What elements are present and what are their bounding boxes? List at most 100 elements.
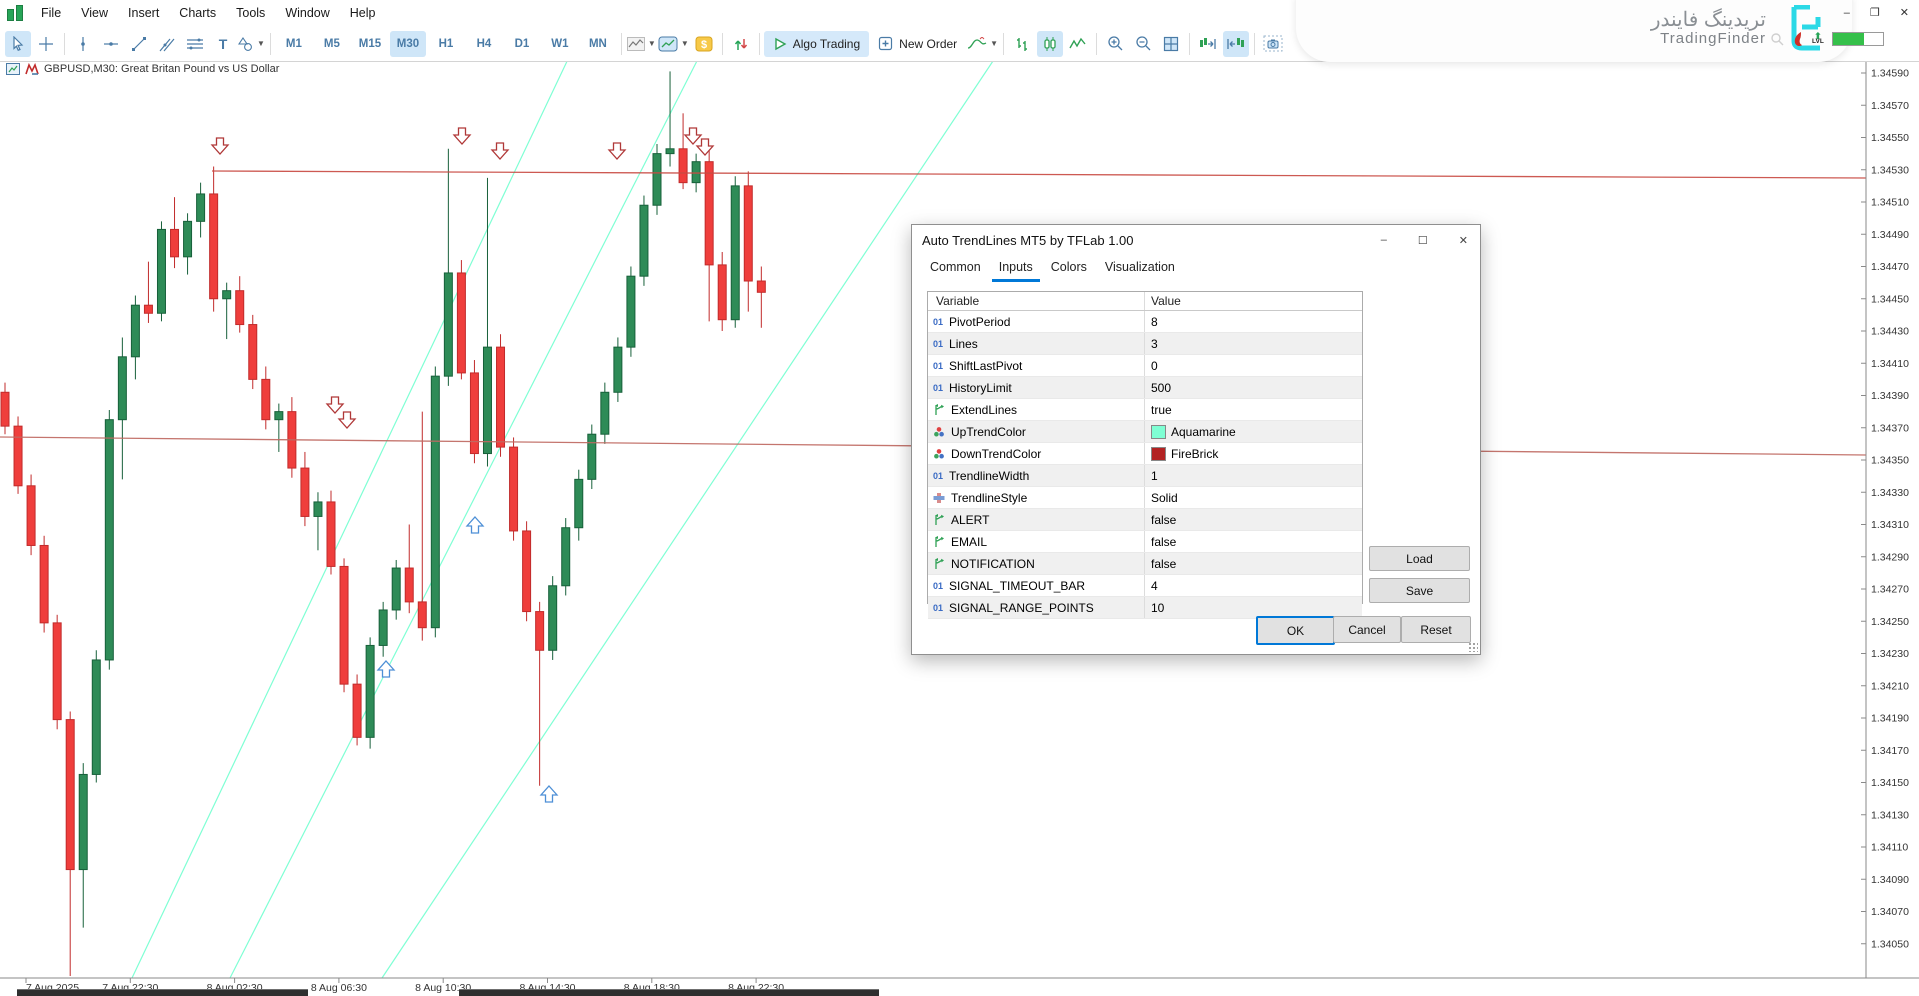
bar-chart-mode-button[interactable]	[1009, 31, 1035, 57]
param-row-alert[interactable]: ALERTfalse	[928, 509, 1362, 531]
param-row-historylimit[interactable]: 01HistoryLimit500	[928, 377, 1362, 399]
reset-button[interactable]: Reset	[1401, 616, 1471, 643]
timeframe-w1-button[interactable]: W1	[542, 31, 578, 57]
dialog-resize-grip[interactable]	[1468, 642, 1478, 652]
tab-common[interactable]: Common	[923, 257, 988, 282]
quotes-button[interactable]: $	[691, 31, 717, 57]
param-value[interactable]: false	[1151, 513, 1176, 527]
lvl-badge[interactable]: ⬆LVL	[1812, 34, 1824, 44]
candle-body	[40, 545, 48, 622]
timeframe-m15-button[interactable]: M15	[352, 31, 388, 57]
timeframe-d1-button[interactable]: D1	[504, 31, 540, 57]
dialog-titlebar[interactable]: Auto TrendLines MT5 by TFLab 1.00 –☐✕	[912, 225, 1480, 255]
param-value[interactable]: 4	[1151, 579, 1158, 593]
menu-window[interactable]: Window	[275, 2, 339, 24]
param-value[interactable]: false	[1151, 535, 1176, 549]
cursor-tool-button[interactable]	[5, 31, 31, 57]
trendline-tool-button[interactable]	[126, 31, 152, 57]
candle-body	[731, 186, 739, 320]
param-row-downtrendcolor[interactable]: DownTrendColorFireBrick	[928, 443, 1362, 465]
dialog-maximize-button[interactable]: ☐	[1418, 234, 1428, 247]
timeframe-m1-button[interactable]: M1	[276, 31, 312, 57]
tile-windows-button[interactable]	[1158, 31, 1184, 57]
candle-body	[536, 612, 544, 651]
ok-button[interactable]: OK	[1256, 616, 1335, 645]
param-row-signal_timeout_bar[interactable]: 01SIGNAL_TIMEOUT_BAR4	[928, 575, 1362, 597]
equidistant-lines-tool-button[interactable]	[182, 31, 208, 57]
tab-colors[interactable]: Colors	[1044, 257, 1094, 282]
channel-tool-button[interactable]	[154, 31, 180, 57]
restore-button[interactable]: ❐	[1870, 6, 1880, 20]
param-value[interactable]: 1	[1151, 469, 1158, 483]
zoom-out-button[interactable]	[1130, 31, 1156, 57]
param-value[interactable]: 0	[1151, 359, 1158, 373]
param-row-pivotperiod[interactable]: 01PivotPeriod8	[928, 311, 1362, 333]
timeframe-h4-button[interactable]: H4	[466, 31, 502, 57]
param-row-extendlines[interactable]: ExtendLinestrue	[928, 399, 1362, 421]
dialog-minimize-button[interactable]: –	[1381, 234, 1387, 246]
param-row-email[interactable]: EMAILfalse	[928, 531, 1362, 553]
param-row-trendlinestyle[interactable]: TrendlineStyleSolid	[928, 487, 1362, 509]
text-tool-button[interactable]: T	[210, 31, 236, 57]
connection-progress-bar	[1832, 32, 1884, 46]
param-row-notification[interactable]: NOTIFICATIONfalse	[928, 553, 1362, 575]
algo-trading-button[interactable]: Algo Trading	[764, 31, 869, 57]
buy-sell-arrows-button[interactable]	[728, 31, 754, 57]
tab-inputs[interactable]: Inputs	[992, 257, 1040, 282]
tab-visualization[interactable]: Visualization	[1098, 257, 1182, 282]
chart-type-button[interactable]: ▼	[627, 31, 656, 57]
menu-file[interactable]: File	[31, 2, 71, 24]
param-value[interactable]: FireBrick	[1171, 447, 1218, 461]
param-value[interactable]: 8	[1151, 315, 1158, 329]
param-value[interactable]: Solid	[1151, 491, 1178, 505]
menu-charts[interactable]: Charts	[169, 2, 226, 24]
menu-tools[interactable]: Tools	[226, 2, 275, 24]
indicators-button[interactable]: ▼	[967, 31, 998, 57]
vertical-line-tool-button[interactable]	[70, 31, 96, 57]
zoom-in-button[interactable]	[1102, 31, 1128, 57]
minimize-button[interactable]: –	[1844, 6, 1850, 20]
param-value[interactable]: 3	[1151, 337, 1158, 351]
timeframe-m30-button[interactable]: M30	[390, 31, 426, 57]
load-button[interactable]: Load	[1369, 546, 1470, 571]
candle-body	[184, 221, 192, 256]
crosshair-tool-button[interactable]	[33, 31, 59, 57]
flame-icon[interactable]	[1792, 31, 1804, 47]
equidistant-lines-icon	[186, 37, 204, 51]
param-row-shiftlastpivot[interactable]: 01ShiftLastPivot0	[928, 355, 1362, 377]
indicator-window-button[interactable]: ▼	[658, 31, 689, 57]
close-button[interactable]: ✕	[1900, 6, 1909, 20]
save-button[interactable]: Save	[1369, 578, 1470, 603]
search-icon[interactable]	[1770, 32, 1784, 46]
candle-body	[588, 434, 596, 479]
candle-body	[275, 412, 283, 420]
menu-help[interactable]: Help	[340, 2, 386, 24]
param-value[interactable]: false	[1151, 557, 1176, 571]
param-value[interactable]: 10	[1151, 601, 1164, 615]
candle-body	[640, 205, 648, 276]
timeframe-m5-button[interactable]: M5	[314, 31, 350, 57]
candle-body	[601, 392, 609, 434]
line-chart-mode-button[interactable]	[1065, 31, 1091, 57]
candle-body	[157, 229, 165, 313]
param-value[interactable]: Aquamarine	[1171, 425, 1236, 439]
cancel-button[interactable]: Cancel	[1333, 616, 1401, 643]
shift-start-button[interactable]	[1223, 31, 1249, 57]
candlestick-mode-button[interactable]	[1037, 31, 1063, 57]
param-row-uptrendcolor[interactable]: UpTrendColorAquamarine	[928, 421, 1362, 443]
horizontal-line-tool-button[interactable]	[98, 31, 124, 57]
shift-end-button[interactable]	[1195, 31, 1221, 57]
new-order-button[interactable]: New Order	[869, 31, 966, 57]
param-row-trendlinewidth[interactable]: 01TrendlineWidth1	[928, 465, 1362, 487]
timeframe-h1-button[interactable]: H1	[428, 31, 464, 57]
param-value[interactable]: true	[1151, 403, 1172, 417]
shapes-tool-button[interactable]: ▼	[238, 31, 265, 57]
param-row-lines[interactable]: 01Lines3	[928, 333, 1362, 355]
param-value[interactable]: 500	[1151, 381, 1171, 395]
timeframe-group: M1M5M15M30H1H4D1W1MN	[275, 30, 617, 58]
timeframe-mn-button[interactable]: MN	[580, 31, 616, 57]
screenshot-button[interactable]	[1260, 31, 1286, 57]
menu-insert[interactable]: Insert	[118, 2, 169, 24]
dialog-close-button[interactable]: ✕	[1459, 234, 1468, 247]
menu-view[interactable]: View	[71, 2, 118, 24]
